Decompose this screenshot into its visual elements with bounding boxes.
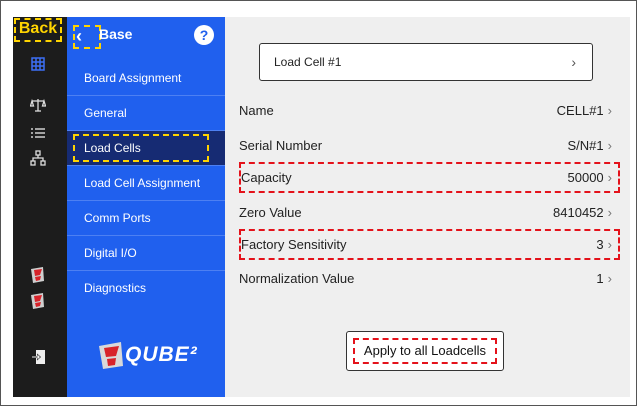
nav-item-label: Load Cell Assignment bbox=[84, 176, 201, 190]
selector-label: Load Cell #1 bbox=[274, 55, 342, 69]
logo-mark-icon bbox=[99, 342, 123, 369]
network-icon[interactable] bbox=[28, 148, 48, 168]
scale-icon[interactable] bbox=[28, 95, 48, 115]
chevron-right-icon: › bbox=[607, 271, 612, 286]
highlight-box bbox=[73, 134, 209, 162]
row-serial-number[interactable]: Serial Number S/N#1 › bbox=[239, 130, 620, 161]
chevron-left-icon[interactable]: ‹ bbox=[73, 25, 101, 49]
chevron-right-icon: › bbox=[607, 237, 612, 252]
row-factory-sensitivity[interactable]: Factory Sensitivity 3 › bbox=[239, 229, 620, 260]
nav-item-label: Board Assignment bbox=[84, 71, 182, 85]
nav-item-diagnostics[interactable]: Diagnostics bbox=[67, 271, 225, 306]
nav-item-general[interactable]: General bbox=[67, 96, 225, 131]
row-value: 50000 bbox=[567, 170, 604, 185]
row-value: 3 bbox=[596, 237, 604, 252]
logout-icon[interactable] bbox=[28, 347, 48, 367]
window-frame: Back ‹ Base ? Board Assignment General L… bbox=[0, 0, 637, 406]
flask-icon[interactable] bbox=[27, 265, 47, 285]
chevron-right-icon: › bbox=[607, 205, 612, 220]
row-capacity[interactable]: Capacity 50000 › bbox=[239, 162, 620, 193]
row-label: Capacity bbox=[241, 170, 292, 185]
logo-text: QUBE² bbox=[125, 343, 198, 366]
grid-icon[interactable] bbox=[28, 54, 48, 74]
chevron-right-icon: › bbox=[607, 170, 612, 185]
row-value: CELL#1 bbox=[556, 103, 604, 118]
settings-nav: ‹ Base ? Board Assignment General Load C… bbox=[67, 17, 225, 397]
row-value: S/N#1 bbox=[567, 138, 604, 153]
row-value: 1 bbox=[596, 271, 604, 286]
nav-item-label: Comm Ports bbox=[84, 211, 151, 225]
load-cell-selector[interactable]: Load Cell #1 › bbox=[259, 43, 593, 81]
chevron-right-icon: › bbox=[607, 138, 612, 153]
help-icon[interactable]: ? bbox=[194, 25, 214, 45]
iqube-logo: QUBE² bbox=[95, 340, 198, 370]
nav-item-digital-io[interactable]: Digital I/O bbox=[67, 236, 225, 271]
load-cell-detail: Load Cell #1 › Name CELL#1 › Serial Numbe… bbox=[225, 17, 630, 397]
nav-item-board-assignment[interactable]: Board Assignment bbox=[67, 61, 225, 96]
row-name[interactable]: Name CELL#1 › bbox=[239, 95, 620, 126]
nav-item-label: Diagnostics bbox=[84, 281, 147, 295]
row-label: Factory Sensitivity bbox=[241, 237, 347, 252]
row-label: Name bbox=[239, 103, 274, 118]
nav-title: Base bbox=[99, 26, 133, 42]
nav-item-load-cells[interactable]: Load Cells bbox=[67, 131, 225, 166]
row-value: 8410452 bbox=[553, 205, 604, 220]
chevron-right-icon: › bbox=[571, 54, 576, 70]
chevron-right-icon: › bbox=[607, 103, 612, 118]
apply-to-all-button[interactable]: Apply to all Loadcells bbox=[346, 331, 504, 371]
row-label: Normalization Value bbox=[239, 271, 355, 286]
icon-rail bbox=[13, 17, 67, 397]
nav-item-label: General bbox=[84, 106, 127, 120]
row-label: Zero Value bbox=[239, 205, 302, 220]
row-label: Serial Number bbox=[239, 138, 323, 153]
apply-to-all-label: Apply to all Loadcells bbox=[353, 338, 497, 364]
nav-header: ‹ Base ? bbox=[67, 17, 225, 57]
nav-item-load-cell-assignment[interactable]: Load Cell Assignment bbox=[67, 166, 225, 201]
flask-icon[interactable] bbox=[27, 291, 47, 311]
list-icon[interactable] bbox=[28, 123, 48, 143]
row-zero-value[interactable]: Zero Value 8410452 › bbox=[239, 197, 620, 228]
back-button[interactable]: Back bbox=[14, 18, 62, 42]
row-normalization-value[interactable]: Normalization Value 1 › bbox=[239, 263, 620, 294]
nav-item-label: Digital I/O bbox=[84, 246, 137, 260]
nav-item-comm-ports[interactable]: Comm Ports bbox=[67, 201, 225, 236]
